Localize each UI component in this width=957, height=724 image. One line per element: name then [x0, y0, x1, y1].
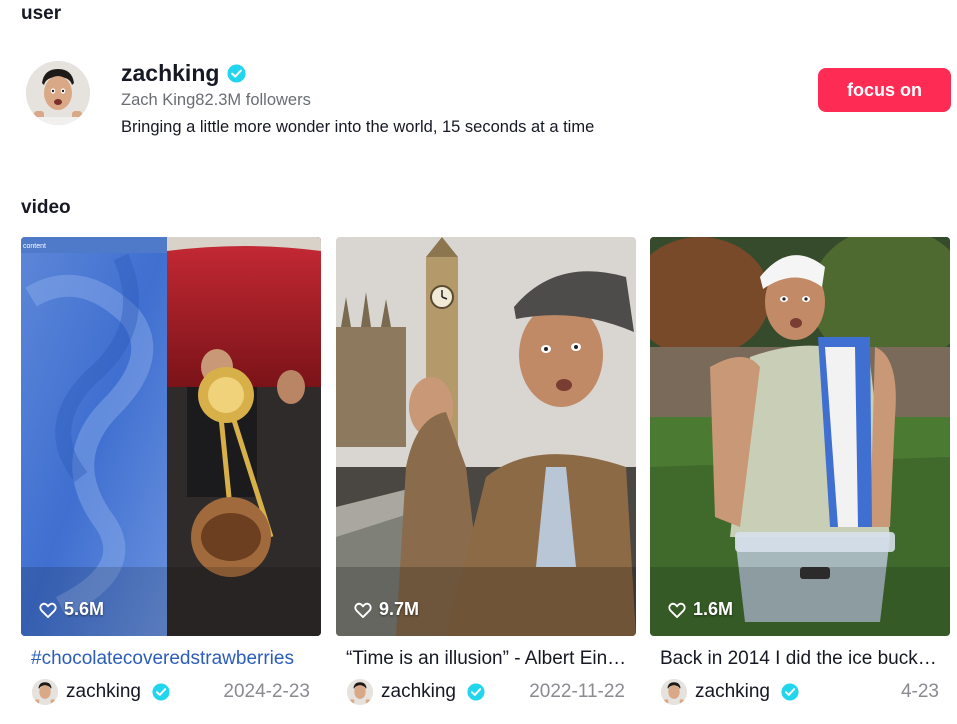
- author-avatar-image: [661, 679, 687, 705]
- like-count: 5.6M: [38, 599, 104, 620]
- user-bio: Bringing a little more wonder into the w…: [121, 118, 595, 136]
- video-thumbnail: [336, 237, 636, 636]
- follow-button[interactable]: focus on: [818, 68, 951, 112]
- avatar-image: [26, 61, 90, 125]
- post-date: 2022-11-22: [529, 681, 625, 702]
- verified-badge-icon: [152, 683, 170, 701]
- post-date: 4-23: [900, 681, 939, 702]
- video-card[interactable]: content 5.6M: [21, 237, 321, 636]
- username[interactable]: zachking: [121, 60, 219, 87]
- video-thumbnail: content: [21, 237, 321, 636]
- video-caption[interactable]: “Time is an illusion” - Albert Einstein: [346, 648, 628, 670]
- thumbnail-label: content: [23, 243, 46, 250]
- video-meta: zachking 2022-11-22: [336, 679, 636, 705]
- heart-icon: [668, 602, 686, 618]
- heart-icon: [39, 602, 57, 618]
- user-result[interactable]: zachking Zach King82.3M followers Bringi…: [0, 56, 957, 146]
- like-count-text: 5.6M: [64, 599, 105, 619]
- like-count: 1.6M: [667, 599, 733, 620]
- author-avatar[interactable]: [32, 679, 58, 705]
- author-avatar[interactable]: [347, 679, 373, 705]
- user-section-title: user: [21, 3, 62, 24]
- verified-badge-icon: [467, 683, 485, 701]
- author-avatar-image: [32, 679, 58, 705]
- author-name[interactable]: zachking: [381, 681, 456, 703]
- video-caption[interactable]: Back in 2014 I did the ice bucket challe…: [660, 648, 938, 670]
- author-name[interactable]: zachking: [695, 681, 770, 703]
- post-date: 2024-2-23: [223, 681, 310, 702]
- video-caption[interactable]: #chocolatecoveredstrawberries: [31, 648, 321, 670]
- like-count-text: 1.6M: [693, 599, 734, 619]
- video-meta: zachking 2024-2-23: [21, 679, 321, 705]
- avatar[interactable]: [26, 61, 90, 125]
- video-meta: zachking 4-23: [650, 679, 950, 705]
- verified-badge-icon: [227, 64, 246, 83]
- video-card[interactable]: 9.7M: [336, 237, 636, 636]
- like-count: 9.7M: [353, 599, 419, 620]
- display-name-followers: Zach King82.3M followers: [121, 91, 311, 109]
- author-name[interactable]: zachking: [66, 681, 141, 703]
- author-avatar[interactable]: [661, 679, 687, 705]
- heart-icon: [354, 602, 372, 618]
- verified-badge-icon: [781, 683, 799, 701]
- video-thumbnail: [650, 237, 950, 636]
- video-card[interactable]: 1.6M: [650, 237, 950, 636]
- author-avatar-image: [347, 679, 373, 705]
- like-count-text: 9.7M: [379, 599, 420, 619]
- video-section-title: video: [21, 197, 71, 218]
